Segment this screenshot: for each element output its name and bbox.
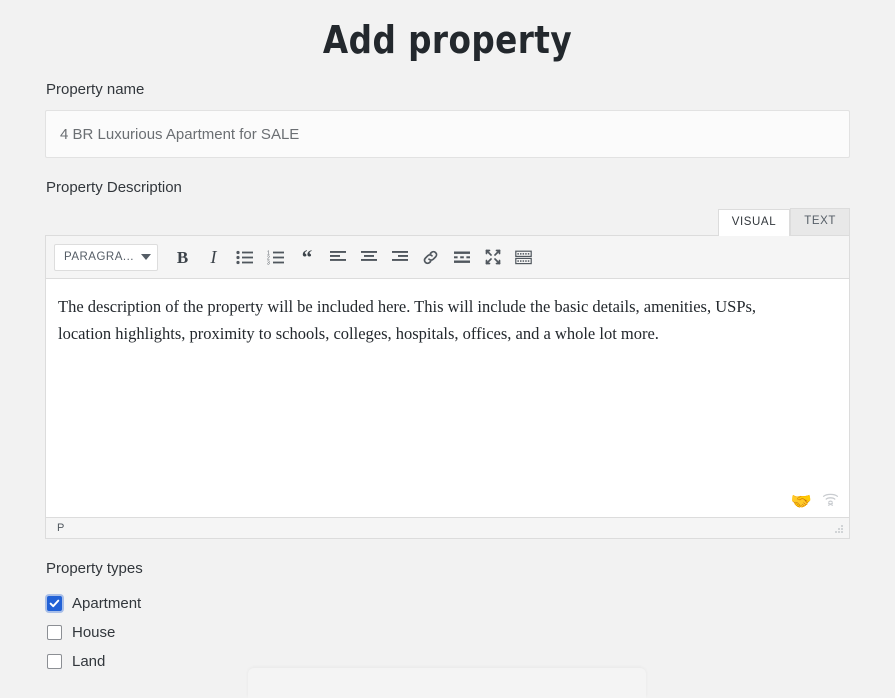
link-icon[interactable]	[416, 243, 445, 271]
checkbox-row-house[interactable]: House	[45, 618, 850, 647]
bold-icon[interactable]: B	[168, 243, 197, 271]
checkbox-land[interactable]	[47, 654, 62, 669]
resize-grip-icon[interactable]	[831, 521, 845, 535]
format-select-value: PARAGRA...	[64, 251, 134, 263]
editor-content-area[interactable]: The description of the property will be …	[46, 279, 849, 517]
format-select[interactable]: PARAGRA...	[54, 243, 158, 271]
checkbox-row-apartment[interactable]: Apartment	[45, 589, 850, 618]
editor-corner-icons: 🤝	[791, 492, 839, 511]
property-description-group: Property Description VISUAL TEXT PARAGRA…	[45, 178, 850, 539]
editor-mode-tabs: VISUAL TEXT	[45, 208, 850, 236]
handshake-icon: 🤝	[790, 492, 812, 511]
editor-toolbar: PARAGRA... B I 1 2 3 “	[46, 236, 849, 279]
checkbox-label-land[interactable]: Land	[72, 653, 105, 670]
italic-icon[interactable]: I	[199, 243, 228, 271]
page-title: Add property	[322, 18, 573, 62]
editor-statusbar: P	[46, 517, 849, 538]
align-left-icon[interactable]	[323, 243, 352, 271]
add-property-form: Property name Property Description VISUA…	[0, 80, 895, 676]
tab-visual[interactable]: VISUAL	[717, 209, 791, 236]
property-types-group: Property types Apartment House Land	[45, 559, 850, 676]
fullscreen-icon[interactable]	[478, 243, 507, 271]
wifi-disconnected-icon	[822, 492, 839, 511]
toolbar-toggle-icon[interactable]	[509, 243, 538, 271]
checkbox-label-apartment[interactable]: Apartment	[72, 595, 141, 612]
bulleted-list-icon[interactable]	[230, 243, 259, 271]
checkbox-house[interactable]	[47, 625, 62, 640]
editor-frame: PARAGRA... B I 1 2 3 “ The description o…	[45, 235, 850, 539]
read-more-icon[interactable]	[447, 243, 476, 271]
chevron-down-icon	[141, 254, 151, 260]
wysiwyg-editor: VISUAL TEXT PARAGRA... B I 1 2 3 “ The d…	[45, 208, 850, 539]
svg-text:3: 3	[267, 260, 270, 265]
add-property-page: Add property Property name Property Desc…	[0, 0, 895, 698]
align-center-icon[interactable]	[354, 243, 383, 271]
blockquote-glyph: “	[301, 244, 312, 269]
blockquote-icon[interactable]: “	[292, 243, 321, 271]
checkbox-apartment[interactable]	[47, 596, 62, 611]
bottom-partial-panel	[248, 668, 646, 698]
align-right-icon[interactable]	[385, 243, 414, 271]
editor-element-path[interactable]: P	[57, 522, 64, 534]
tab-text[interactable]: TEXT	[790, 208, 850, 235]
property-name-label: Property name	[46, 81, 145, 98]
property-name-group: Property name	[45, 80, 850, 158]
property-name-input[interactable]	[45, 110, 850, 158]
property-description-label: Property Description	[46, 179, 182, 196]
bold-glyph: B	[176, 247, 189, 267]
editor-paragraph: The description of the property will be …	[58, 297, 757, 343]
property-types-label: Property types	[46, 560, 143, 577]
italic-glyph: I	[210, 247, 217, 267]
checkbox-label-house[interactable]: House	[72, 624, 115, 641]
numbered-list-icon[interactable]: 1 2 3	[261, 243, 290, 271]
